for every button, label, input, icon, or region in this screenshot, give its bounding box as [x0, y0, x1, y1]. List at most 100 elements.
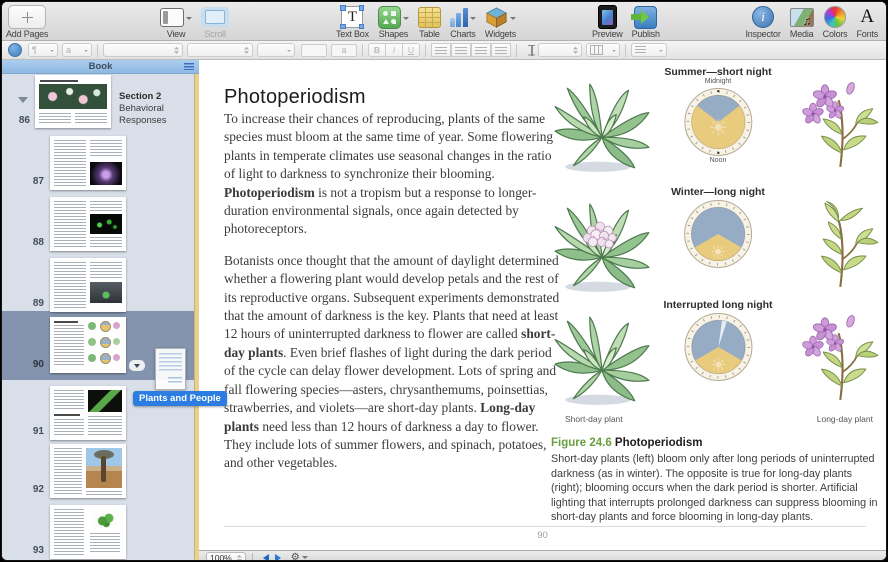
- add-pages-button[interactable]: Add Pages: [6, 3, 48, 39]
- page-options-dropdown-button[interactable]: [129, 360, 145, 371]
- figure-caption-title: Photoperiodism: [612, 437, 703, 449]
- page-thumbnail-91[interactable]: [50, 386, 126, 440]
- page-title[interactable]: Photoperiodism: [224, 86, 366, 109]
- fonts-label: Fonts: [856, 29, 878, 39]
- page-thumbnail-list: Section 2 Behavioral Responses 86 87: [2, 73, 195, 561]
- section-disclosure-triangle-icon[interactable]: [18, 97, 28, 108]
- table-button[interactable]: Table: [418, 3, 441, 39]
- pane-menu-icon[interactable]: [184, 63, 194, 70]
- text-style-group: B I U: [368, 43, 420, 57]
- bold-button[interactable]: B: [368, 43, 386, 57]
- text-color-well[interactable]: a: [331, 44, 357, 57]
- format-bar: ¶ a a B I U: [2, 41, 886, 60]
- list-style-select[interactable]: [631, 43, 667, 57]
- align-right-button[interactable]: [471, 43, 491, 57]
- daylength-clock-winter: ☀: [683, 199, 753, 269]
- page-thumbnail-87[interactable]: [50, 136, 126, 190]
- shapes-label: Shapes: [379, 29, 408, 39]
- figure-caption[interactable]: Figure 24.6 Photoperiodism Short-day pla…: [551, 437, 881, 525]
- fonts-button[interactable]: A Fonts: [856, 3, 878, 39]
- widgets-cube-icon: [485, 7, 508, 28]
- media-button[interactable]: ♫ Media: [790, 3, 814, 39]
- alignment-group: [431, 43, 511, 57]
- charts-button[interactable]: Charts: [450, 3, 476, 39]
- charts-label: Charts: [450, 29, 475, 39]
- document-canvas[interactable]: Photoperiodism To increase their chances…: [199, 60, 886, 550]
- next-page-button[interactable]: [275, 554, 285, 561]
- previous-page-button[interactable]: [259, 554, 269, 561]
- publish-button[interactable]: Publish: [632, 3, 660, 39]
- body-text-column[interactable]: To increase their chances of reproducing…: [224, 110, 562, 486]
- page-thumbnail-90-selected[interactable]: [50, 317, 126, 373]
- columns-select[interactable]: [586, 43, 620, 57]
- page-thumbnail-92[interactable]: [50, 444, 126, 498]
- view-button[interactable]: View: [160, 3, 192, 39]
- paragraph-style-select[interactable]: ¶: [28, 43, 58, 57]
- sidebar-divider: [194, 73, 199, 561]
- scroll-icon: [201, 7, 229, 27]
- columns-icon: [590, 45, 603, 55]
- preview-ipad-icon: [598, 5, 617, 29]
- scroll-button[interactable]: Scroll: [201, 3, 229, 39]
- widgets-button[interactable]: Widgets: [485, 3, 516, 39]
- chevron-down-icon: [186, 17, 192, 23]
- colors-label: Colors: [823, 29, 848, 39]
- align-justify-button[interactable]: [491, 43, 511, 57]
- page-footer-rule: [224, 526, 866, 527]
- section-subtitle: Behavioral Responses: [119, 103, 167, 126]
- page-number-88: 88: [18, 237, 44, 248]
- inspector-icon: i: [752, 6, 774, 28]
- character-style-select[interactable]: a: [62, 43, 92, 57]
- long-day-plant-blooming-illustration: [801, 74, 883, 176]
- page-number-90: 90: [18, 359, 44, 370]
- sun-icon: ☀: [708, 115, 728, 140]
- diagram-summer-short-night: Summer—short night Midnight ☀: [551, 66, 885, 186]
- zoom-level-stepper[interactable]: 100%: [206, 552, 246, 562]
- shapes-button[interactable]: Shapes: [378, 3, 409, 39]
- daylength-clock-summer: ☀: [683, 87, 753, 157]
- page-thumbnail-89[interactable]: [50, 258, 126, 312]
- long-day-plant-blooming-illustration: [801, 307, 883, 409]
- page-thumbnail-86[interactable]: [35, 75, 111, 128]
- media-label: Media: [790, 29, 814, 39]
- font-typeface-select[interactable]: [187, 43, 253, 57]
- chevron-down-icon: [403, 17, 409, 23]
- gear-menu-button[interactable]: ⚙: [291, 553, 308, 561]
- short-day-plant-vegetative-illustration: [551, 313, 653, 407]
- widget-tooltip: Plants and People: [133, 391, 227, 406]
- long-day-plant-label: Long-day plant: [817, 414, 873, 424]
- preview-button[interactable]: Preview: [592, 3, 623, 39]
- shapes-icon: [378, 6, 401, 29]
- line-spacing-select[interactable]: [538, 43, 582, 57]
- paragraph-2: Botanists once thought that the amount o…: [224, 252, 562, 473]
- chevron-down-icon: [302, 556, 308, 561]
- chevron-down-icon: [510, 17, 516, 23]
- text-box-icon: T: [341, 6, 363, 28]
- page-folio-number: 90: [199, 530, 886, 541]
- font-size-select[interactable]: [257, 43, 295, 57]
- font-family-select[interactable]: [103, 43, 183, 57]
- figure-caption-body: Short-day plants (left) bloom only after…: [551, 452, 881, 525]
- page-number-89: 89: [18, 298, 44, 309]
- view-label: View: [167, 29, 186, 39]
- colors-button[interactable]: Colors: [823, 3, 848, 39]
- publish-label: Publish: [632, 29, 660, 39]
- fill-color-well[interactable]: [301, 44, 327, 57]
- section-title: Section 2: [119, 91, 195, 103]
- align-center-button[interactable]: [451, 43, 471, 57]
- publish-arrow-icon: [634, 6, 657, 29]
- diagram-winter-long-night: Winter—long night ☀: [551, 186, 885, 299]
- preview-label: Preview: [592, 29, 623, 39]
- underline-button[interactable]: U: [403, 43, 420, 57]
- align-left-button[interactable]: [431, 43, 451, 57]
- format-toggle-icon[interactable]: [8, 43, 22, 57]
- clock-title: Winter—long night: [671, 186, 765, 198]
- italic-button[interactable]: I: [386, 43, 403, 57]
- short-day-plant-label: Short-day plant: [565, 414, 623, 424]
- page-thumbnail-93[interactable]: [50, 505, 126, 559]
- clock-title: Summer—short night: [664, 66, 771, 78]
- page-number-87: 87: [18, 176, 44, 187]
- page-thumbnail-88[interactable]: [50, 197, 126, 251]
- text-box-button[interactable]: T Text Box: [336, 3, 369, 39]
- inspector-button[interactable]: i Inspector: [745, 3, 780, 39]
